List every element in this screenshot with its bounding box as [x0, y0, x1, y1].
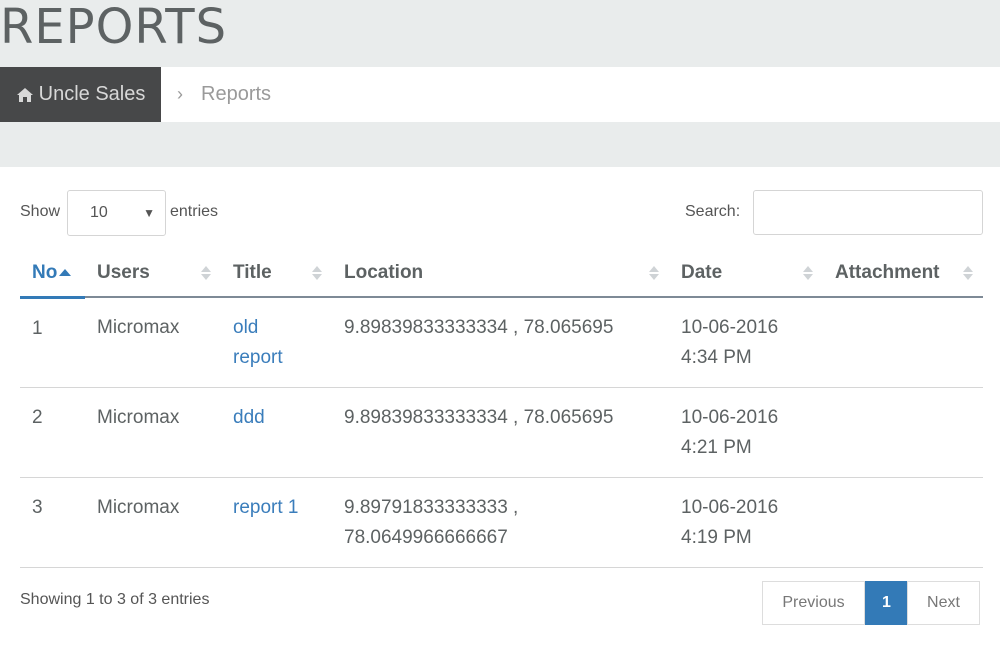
report-title-link[interactable]: old report [233, 317, 283, 368]
cell-user: Micromax [85, 477, 221, 568]
cell-attachment [823, 477, 983, 568]
search-label: Search: [685, 203, 741, 220]
column-header-attachment[interactable]: Attachment [823, 250, 983, 298]
cell-title: old report [221, 297, 332, 388]
cell-no: 3 [20, 477, 85, 568]
search-input[interactable] [753, 190, 983, 235]
cell-location: 9.89791833333333 , 78.0649966666667 [332, 477, 669, 568]
sort-icon [649, 266, 659, 280]
cell-attachment [823, 387, 983, 478]
cell-title: report 1 [221, 477, 332, 568]
column-header-title[interactable]: Title [221, 250, 332, 298]
entries-length-select[interactable]: 10 ▼ [67, 190, 166, 236]
table-row: 2 Micromax ddd 9.89839833333334 , 78.065… [20, 387, 983, 478]
table-controls: Show 10 ▼ entries Search: [0, 167, 1000, 251]
sort-icon [312, 266, 322, 280]
report-title-link[interactable]: ddd [233, 407, 265, 428]
page-title: REPORTS [0, 0, 228, 55]
report-title-link[interactable]: report 1 [233, 497, 298, 518]
breadcrumb: Uncle Sales › Reports [0, 67, 1000, 122]
entries-label: entries [170, 203, 219, 220]
cell-location: 9.89839833333334 , 78.065695 [332, 297, 669, 388]
home-icon [16, 87, 33, 102]
breadcrumb-home-link[interactable]: Uncle Sales [0, 67, 161, 122]
sort-icon [963, 266, 973, 280]
sort-asc-icon [59, 268, 72, 276]
page-1-button[interactable]: 1 [865, 581, 908, 625]
cell-no: 1 [20, 297, 85, 388]
sort-icon [201, 266, 211, 280]
cell-user: Micromax [85, 387, 221, 478]
table-row: 1 Micromax old report 9.89839833333334 , … [20, 297, 983, 388]
page-header: REPORTS [0, 0, 1000, 67]
cell-date: 10-06-2016 4:21 PM [669, 387, 823, 478]
column-header-no[interactable]: No [20, 250, 85, 299]
breadcrumb-current: Reports [201, 83, 272, 105]
cell-title: ddd [221, 387, 332, 478]
column-header-location[interactable]: Location [332, 250, 669, 298]
table-info: Showing 1 to 3 of 3 entries [20, 591, 210, 608]
pagination: Previous 1 Next [762, 581, 980, 625]
entries-length-value: 10 [90, 204, 108, 221]
show-label: Show [20, 203, 61, 220]
sort-icon [803, 266, 813, 280]
cell-date: 10-06-2016 4:34 PM [669, 297, 823, 388]
table-header-row: No Users Title Location Date Attachment [20, 250, 983, 299]
cell-user: Micromax [85, 297, 221, 388]
cell-no: 2 [20, 387, 85, 478]
caret-down-icon: ▼ [143, 206, 155, 220]
breadcrumb-home-label: Uncle Sales [38, 83, 146, 105]
column-header-date[interactable]: Date [669, 250, 823, 298]
previous-page-button[interactable]: Previous [762, 581, 865, 625]
cell-location: 9.89839833333334 , 78.065695 [332, 387, 669, 478]
cell-date: 10-06-2016 4:19 PM [669, 477, 823, 568]
content-header-band [0, 122, 1000, 167]
next-page-button[interactable]: Next [907, 581, 980, 625]
reports-table: No Users Title Location Date Attachment … [20, 250, 983, 568]
table-row: 3 Micromax report 1 9.89791833333333 , 78… [20, 477, 983, 568]
column-header-users[interactable]: Users [85, 250, 221, 298]
cell-attachment [823, 297, 983, 388]
breadcrumb-separator-icon: › [177, 84, 183, 104]
